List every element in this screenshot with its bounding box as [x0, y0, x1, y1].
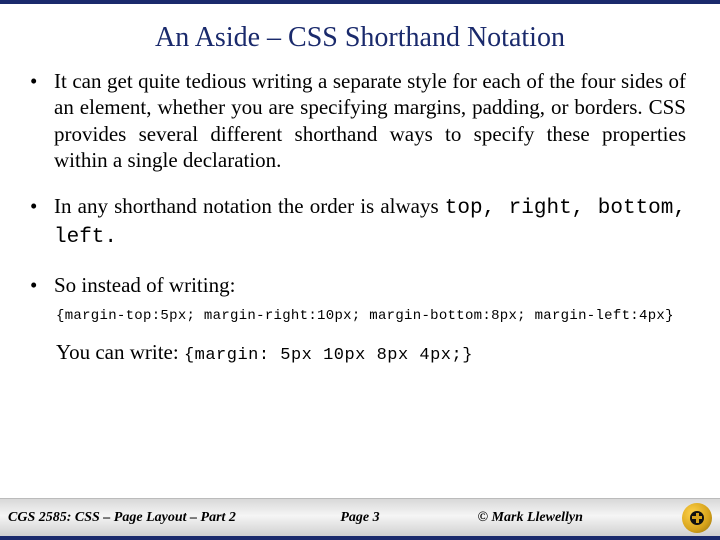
slide-content: • It can get quite tedious writing a sep…: [0, 68, 720, 498]
slide-title: An Aside – CSS Shorthand Notation: [0, 22, 720, 54]
bullet-3-text: So instead of writing:: [54, 272, 686, 298]
bullet-1-text: It can get quite tedious writing a separ…: [54, 68, 686, 173]
ucf-logo-icon: [682, 503, 712, 533]
footer-author: © Mark Llewellyn: [418, 510, 583, 526]
slide: An Aside – CSS Shorthand Notation • It c…: [0, 0, 720, 540]
bullet-2: • In any shorthand notation the order is…: [30, 193, 686, 252]
bullet-1: • It can get quite tedious writing a sep…: [30, 68, 686, 173]
slide-footer: CGS 2585: CSS – Page Layout – Part 2 Pag…: [0, 498, 720, 536]
after-text: You can write: {margin: 5px 10px 8px 4px…: [56, 339, 686, 366]
bullet-3: • So instead of writing:: [30, 272, 686, 298]
after-code: {margin: 5px 10px 8px 4px;}: [184, 346, 473, 365]
bullet-dot: •: [30, 193, 54, 252]
bullet-2-pre: In any shorthand notation the order is a…: [54, 194, 445, 218]
footer-page: Page 3: [340, 510, 379, 526]
after-pre: You can write:: [56, 340, 184, 364]
footer-left: CGS 2585: CSS – Page Layout – Part 2: [0, 510, 236, 526]
bullet-dot: •: [30, 272, 54, 298]
code-long: {margin-top:5px; margin-right:10px; marg…: [56, 308, 686, 326]
bullet-dot: •: [30, 68, 54, 173]
bullet-2-text: In any shorthand notation the order is a…: [54, 193, 686, 252]
